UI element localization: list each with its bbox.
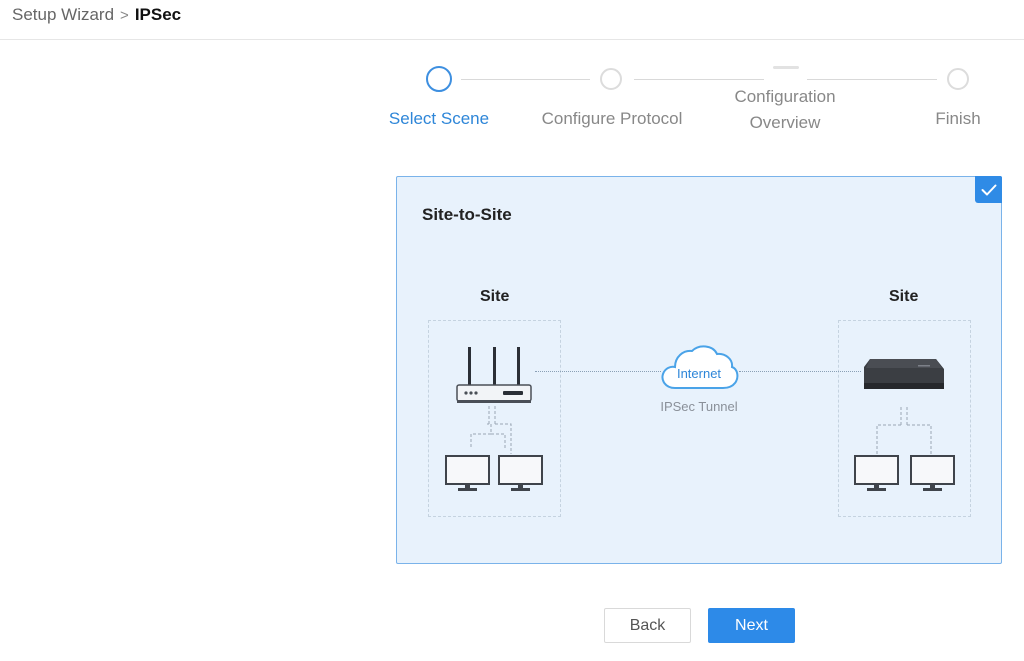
breadcrumb: Setup Wizard > IPSec [12, 5, 181, 25]
breadcrumb-separator: > [120, 6, 129, 24]
monitor-icon [910, 455, 955, 491]
step-1-indicator [426, 66, 452, 92]
next-button[interactable]: Next [708, 608, 795, 643]
breadcrumb-current: IPSec [134, 5, 182, 24]
gateway-lan-lines [876, 407, 932, 455]
breadcrumb-parent[interactable]: Setup Wizard [12, 5, 114, 25]
selected-badge[interactable] [975, 176, 1002, 203]
step-3-label-line2: Overview [749, 113, 821, 132]
router-icon [456, 347, 532, 403]
step-3-indicator [773, 66, 799, 69]
tunnel-line-right [739, 371, 861, 372]
left-site-label: Site [480, 288, 510, 305]
step-4-label: Finish [935, 109, 981, 128]
step-1-label: Select Scene [388, 109, 490, 128]
step-2-label: Configure Protocol [541, 109, 683, 128]
page-header: Setup Wizard > IPSec [0, 0, 1024, 40]
back-button[interactable]: Back [604, 608, 691, 643]
scene-card-site-to-site[interactable]: Site-to-Site Site Site Internet IPSec Tu… [396, 176, 1002, 564]
step-connector [461, 79, 590, 80]
step-4-indicator [947, 68, 969, 90]
step-2-indicator [600, 68, 622, 90]
tunnel-line-left [535, 371, 661, 372]
monitor-icon [854, 455, 899, 491]
wizard-stepper: Select Scene Configure Protocol Configur… [370, 60, 1010, 150]
scene-title: Site-to-Site [422, 205, 512, 224]
step-3-label-line1: Configuration [734, 87, 836, 106]
step-connector [634, 79, 764, 80]
check-icon [981, 184, 996, 195]
step-connector [807, 79, 937, 80]
monitor-icon [445, 455, 490, 491]
cloud-label: Internet [676, 366, 722, 381]
monitor-icon [498, 455, 543, 491]
tunnel-label: IPSec Tunnel [660, 399, 738, 414]
router-lan-branch [470, 424, 506, 448]
gateway-device-icon [864, 359, 944, 389]
right-site-label: Site [889, 288, 919, 305]
